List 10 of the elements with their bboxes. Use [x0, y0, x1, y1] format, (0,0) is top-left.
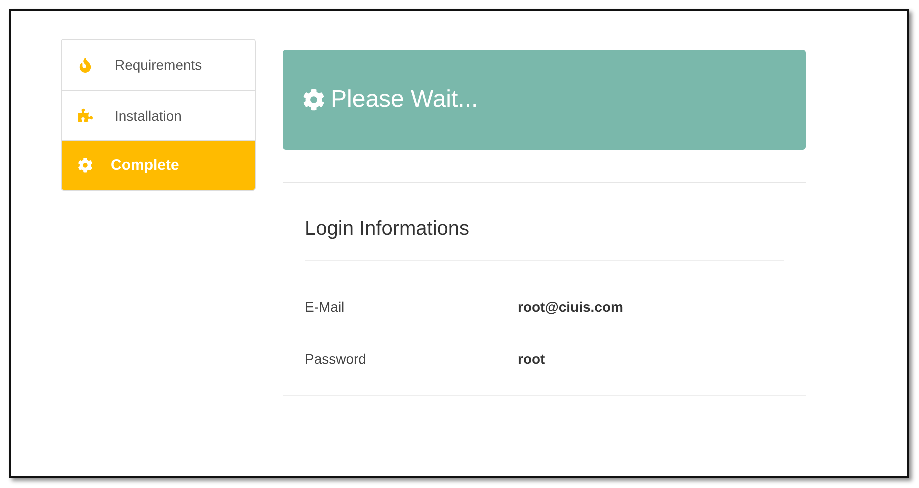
puzzle-icon [78, 108, 93, 123]
card-title: Login Informations [305, 183, 784, 261]
field-label: Password [305, 351, 368, 367]
field-label: E-Mail [305, 299, 346, 315]
gear-icon [78, 158, 93, 173]
field-value: root [518, 351, 546, 367]
field-value: root@ciuis.com [518, 299, 624, 315]
banner-title: Please Wait... [331, 86, 478, 114]
gear-icon [303, 89, 325, 111]
flame-icon [78, 58, 93, 72]
